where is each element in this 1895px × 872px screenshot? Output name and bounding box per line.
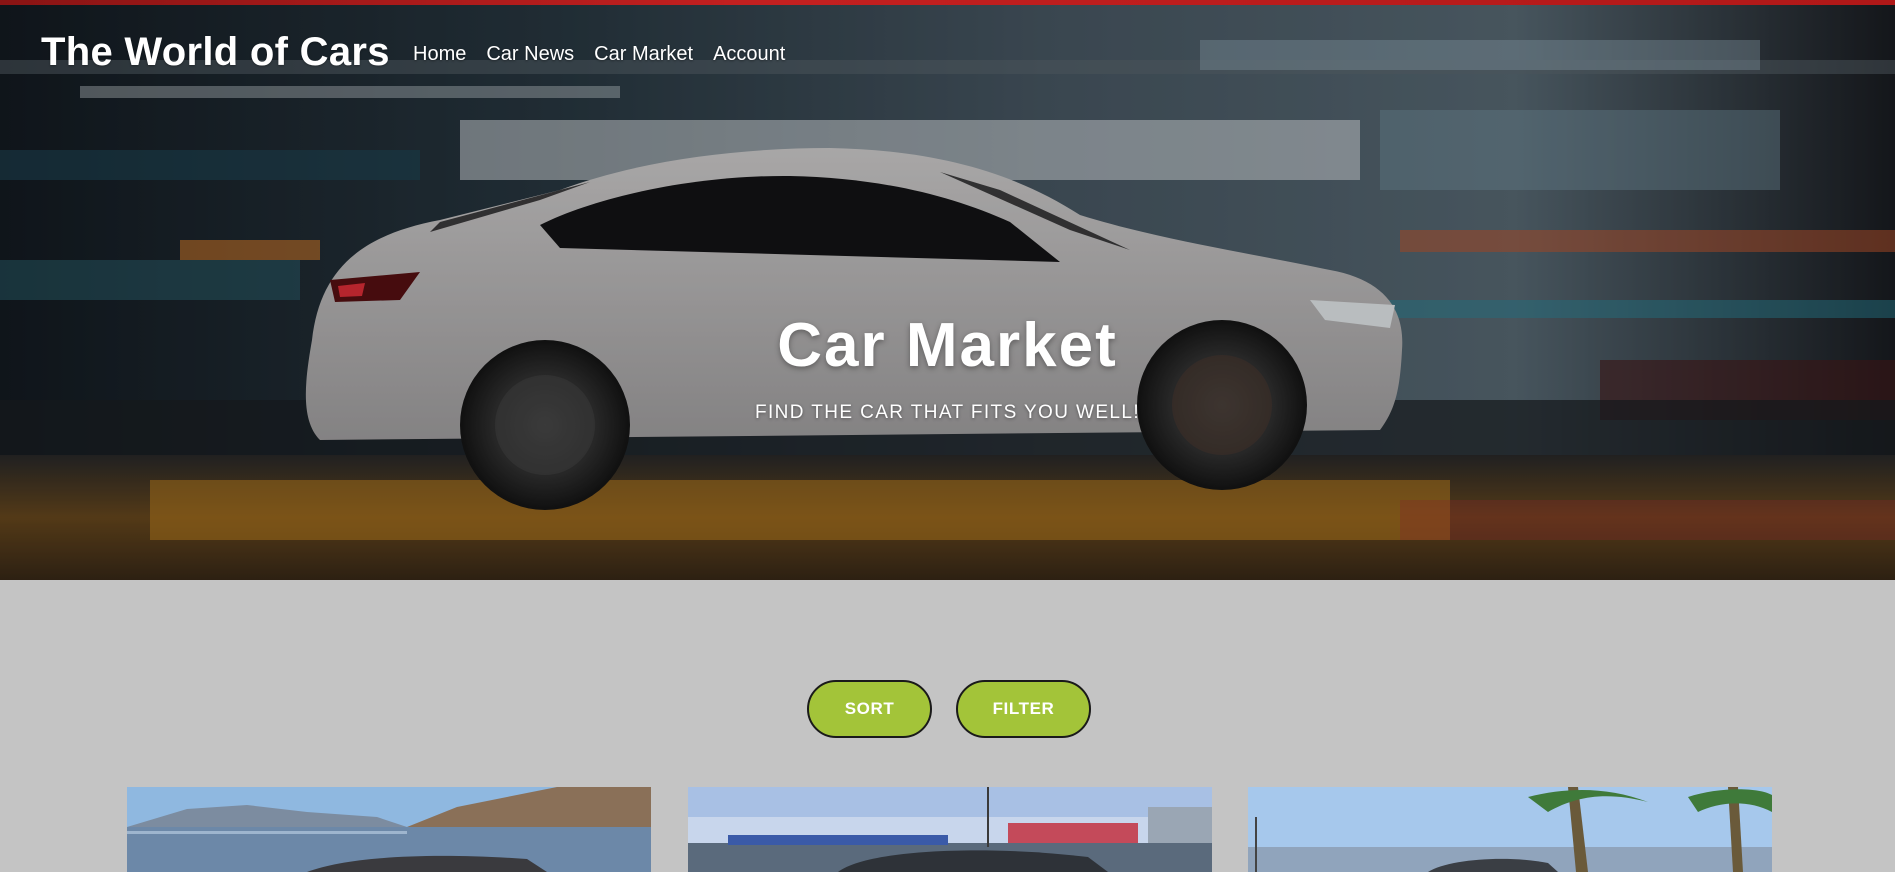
page-title: Car Market xyxy=(777,311,1118,380)
listing-card-image[interactable] xyxy=(127,787,651,872)
nav-link-car-market[interactable]: Car Market xyxy=(594,43,693,66)
car-with-palm-trees-photo xyxy=(1248,787,1772,872)
page-subtitle: FIND THE CAR THAT FITS YOU WELL! xyxy=(754,402,1141,423)
car-by-the-sea-photo xyxy=(127,787,651,872)
listing-card-image[interactable] xyxy=(688,787,1212,872)
hero-background-image xyxy=(0,0,1895,580)
site-brand-title[interactable]: The World of Cars xyxy=(41,30,390,75)
nav-link-home[interactable]: Home xyxy=(413,43,466,66)
hero-banner: The World of Cars Home Car News Car Mark… xyxy=(0,0,1895,580)
car-in-parking-lot-photo xyxy=(688,787,1212,872)
nav-link-car-news[interactable]: Car News xyxy=(486,43,574,66)
sort-button[interactable]: SORT xyxy=(807,680,932,738)
nav-link-account[interactable]: Account xyxy=(713,43,785,66)
listing-card-image[interactable] xyxy=(1248,787,1772,872)
top-accent-stripe xyxy=(0,0,1895,5)
main-nav: Home Car News Car Market Account xyxy=(413,43,785,66)
filter-button[interactable]: FILTER xyxy=(956,680,1091,738)
